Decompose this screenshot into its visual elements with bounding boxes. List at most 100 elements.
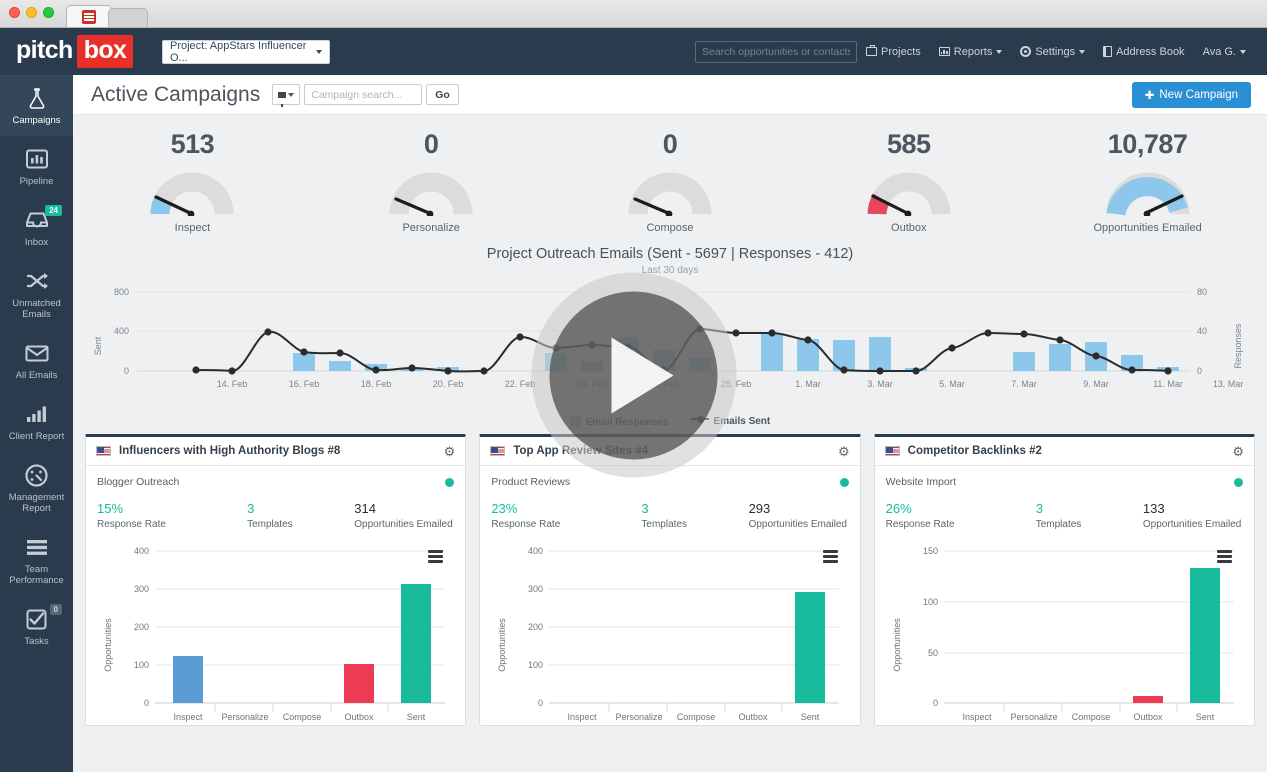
metric-value: 26%	[886, 501, 1036, 516]
flask-icon	[26, 86, 48, 110]
svg-text:1. Mar: 1. Mar	[795, 379, 821, 389]
svg-text:80: 80	[1197, 287, 1207, 297]
card-body: Blogger Outreach 15% Response Rate 3 Tem…	[86, 466, 465, 725]
sidebar-item-inbox[interactable]: 24 Inbox	[0, 197, 73, 258]
svg-text:Sent: Sent	[801, 712, 820, 722]
sidebar-label-tasks: Tasks	[24, 636, 48, 647]
campaign-card[interactable]: Top App Review Sites #4 ⚙ Product Review…	[479, 434, 860, 726]
stat-personalize[interactable]: 0 Personalize	[312, 129, 551, 234]
chevron-down-icon	[1240, 50, 1246, 54]
card-metric-response-rate: 26% Response Rate	[886, 501, 1036, 530]
list-icon	[25, 535, 49, 559]
card-metrics: 26% Response Rate 3 Templates 133 Opport…	[886, 501, 1243, 530]
nav-projects-label: Projects	[881, 46, 921, 58]
nav-reports-label: Reports	[954, 46, 993, 58]
project-selector[interactable]: Project: AppStars Influencer O...	[162, 40, 330, 64]
stat-inspect-label: Inspect	[175, 222, 210, 234]
briefcase-icon	[866, 47, 877, 56]
card-metric-response-rate: 23% Response Rate	[491, 501, 641, 530]
chart-menu-icon[interactable]	[428, 550, 443, 563]
browser-tab-inactive[interactable]	[108, 8, 148, 27]
sidebar-item-all-emails[interactable]: All Emails	[0, 330, 73, 391]
minimize-window-button[interactable]	[26, 7, 37, 18]
campaign-card[interactable]: Influencers with High Authority Blogs #8…	[85, 434, 466, 726]
sidebar-label-management-report: Management Report	[2, 492, 71, 514]
chevron-down-icon	[996, 50, 1002, 54]
svg-text:16. Feb: 16. Feb	[289, 379, 320, 389]
chart-menu-icon[interactable]	[1217, 550, 1232, 563]
campaign-cards: Influencers with High Authority Blogs #8…	[73, 434, 1267, 726]
sidebar-item-client-report[interactable]: Client Report	[0, 391, 73, 452]
nav-address-book-label: Address Book	[1116, 46, 1184, 58]
svg-text:100: 100	[528, 660, 543, 670]
tasks-badge: 0	[50, 604, 62, 615]
nav-settings[interactable]: Settings	[1011, 28, 1094, 75]
nav-user-menu[interactable]: Ava G.	[1194, 28, 1255, 75]
card-settings-gear-icon[interactable]: ⚙	[838, 445, 850, 458]
checkbox-icon	[26, 607, 47, 631]
card-bar-chart[interactable]: Opportunities 150 100 50 0	[886, 540, 1243, 725]
svg-text:11. Mar: 11. Mar	[1153, 379, 1183, 389]
gauge-inspect	[144, 170, 240, 216]
stat-compose[interactable]: 0 Compose	[551, 129, 790, 234]
svg-text:Opportunities: Opportunities	[103, 618, 113, 672]
sidebar-item-management-report[interactable]: Management Report	[0, 452, 73, 524]
nav-address-book[interactable]: Address Book	[1094, 28, 1193, 75]
close-window-button[interactable]	[9, 7, 20, 18]
nav-reports[interactable]: Reports	[930, 28, 1012, 75]
card-header: Competitor Backlinks #2 ⚙	[875, 437, 1254, 466]
global-search-input[interactable]	[695, 41, 857, 63]
new-campaign-button[interactable]: ✚ New Campaign	[1132, 82, 1251, 108]
card-bar-chart[interactable]: Opportunities 400 300 200 100 0	[97, 540, 454, 725]
filter-dropdown-button[interactable]	[272, 84, 300, 105]
maximize-window-button[interactable]	[43, 7, 54, 18]
sidebar-item-campaigns[interactable]: Campaigns	[0, 75, 73, 136]
svg-text:200: 200	[528, 622, 543, 632]
chart-menu-icon[interactable]	[823, 550, 838, 563]
card-status-badge	[1234, 478, 1243, 487]
svg-text:300: 300	[528, 584, 543, 594]
play-button-circle[interactable]	[550, 291, 718, 459]
sidebar-item-tasks[interactable]: 0 Tasks	[0, 596, 73, 657]
bar-chart-up-icon	[25, 402, 49, 426]
plus-icon: ✚	[1145, 88, 1155, 102]
card-campaign-type: Blogger Outreach	[97, 476, 179, 488]
stat-opportunities-value: 10,787	[1108, 129, 1188, 160]
us-flag-icon	[885, 446, 900, 456]
funnel-icon	[278, 92, 286, 98]
outreach-chart-subtitle: Last 30 days	[85, 265, 1255, 276]
campaign-search-input[interactable]	[304, 84, 422, 105]
stat-inspect[interactable]: 513 Inspect	[73, 129, 312, 234]
card-metrics: 23% Response Rate 3 Templates 293 Opport…	[491, 501, 848, 530]
stat-personalize-value: 0	[424, 129, 439, 160]
svg-text:Opportunities: Opportunities	[497, 618, 507, 672]
card-bar-chart[interactable]: Opportunities 400 300 200 100 0	[491, 540, 848, 725]
stat-personalize-label: Personalize	[402, 222, 459, 234]
logo[interactable]: pitchbox	[0, 35, 146, 68]
window-controls[interactable]	[9, 0, 54, 27]
card-settings-gear-icon[interactable]: ⚙	[444, 445, 456, 458]
sidebar-item-pipeline[interactable]: Pipeline	[0, 136, 73, 197]
video-play-overlay[interactable]	[531, 273, 736, 478]
campaign-card[interactable]: Competitor Backlinks #2 ⚙ Website Import…	[874, 434, 1255, 726]
stat-opportunities-emailed[interactable]: 10,787 Opportunities Emailed	[1028, 129, 1267, 234]
sidebar-label-inbox: Inbox	[25, 237, 48, 248]
stat-outbox[interactable]: 585 Outbox	[789, 129, 1028, 234]
nav-projects[interactable]: Projects	[857, 28, 930, 75]
browser-tabs[interactable]	[66, 5, 148, 27]
svg-text:Personalize: Personalize	[616, 712, 663, 722]
campaign-search-go-button[interactable]: Go	[426, 84, 459, 105]
gear-icon	[1020, 46, 1031, 57]
svg-text:Sent: Sent	[1195, 712, 1214, 722]
sidebar-item-team-performance[interactable]: Team Performance	[0, 524, 73, 596]
card-metrics: 15% Response Rate 3 Templates 314 Opport…	[97, 501, 454, 530]
svg-text:400: 400	[114, 326, 129, 336]
svg-text:Personalize: Personalize	[221, 712, 268, 722]
card-settings-gear-icon[interactable]: ⚙	[1232, 445, 1244, 458]
stat-opportunities-label: Opportunities Emailed	[1093, 222, 1201, 234]
sidebar-label-team-performance: Team Performance	[2, 564, 71, 586]
metric-value: 293	[749, 501, 849, 516]
sidebar-item-unmatched-emails[interactable]: Unmatched Emails	[0, 258, 73, 330]
browser-tab-active[interactable]	[66, 5, 112, 27]
bar-chart-icon	[26, 147, 48, 171]
